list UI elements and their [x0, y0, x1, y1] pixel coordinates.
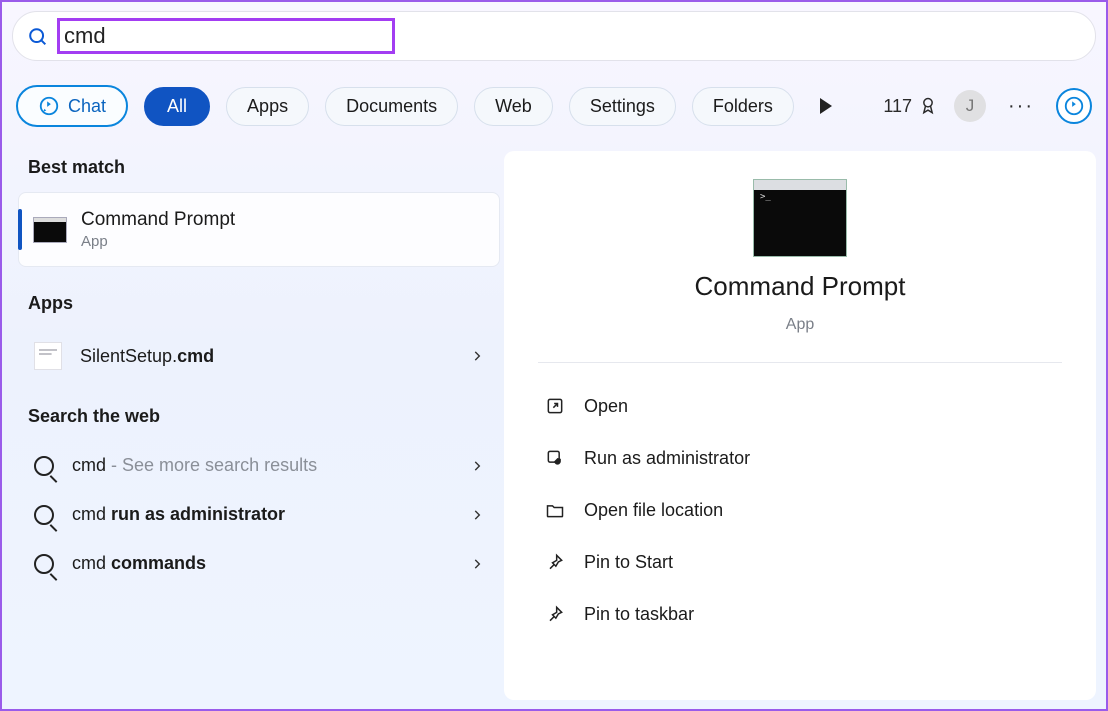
action-pin-to-start[interactable]: Pin to Start: [538, 539, 1062, 585]
filter-tab-folders[interactable]: Folders: [692, 87, 794, 126]
app-result-silentsetup[interactable]: SilentSetup.cmd: [18, 328, 500, 384]
bing-chat-icon[interactable]: [1056, 88, 1092, 124]
chevron-right-icon: [470, 557, 484, 571]
chevron-right-icon: [470, 459, 484, 473]
overflow-menu-icon[interactable]: ···: [1002, 95, 1040, 118]
preview-app-icon: [753, 179, 847, 257]
action-run-as-admin[interactable]: Run as administrator: [538, 435, 1062, 481]
more-filters-arrow-icon[interactable]: [820, 98, 832, 114]
filter-tab-settings[interactable]: Settings: [569, 87, 676, 126]
open-icon: [544, 395, 566, 417]
search-icon: [34, 505, 54, 525]
preview-panel: Command Prompt App Open Run as administr…: [504, 151, 1096, 700]
web-heading: Search the web: [28, 406, 490, 427]
file-icon: [34, 342, 62, 370]
preview-title: Command Prompt: [695, 271, 906, 302]
chevron-right-icon: [470, 508, 484, 522]
search-bar[interactable]: [12, 11, 1096, 61]
filter-tab-all[interactable]: All: [144, 87, 210, 126]
chat-label: Chat: [68, 96, 106, 117]
chevron-right-icon: [470, 349, 484, 363]
pin-icon: [544, 603, 566, 625]
action-pin-to-taskbar[interactable]: Pin to taskbar: [538, 591, 1062, 637]
filter-tab-web[interactable]: Web: [474, 87, 553, 126]
rewards-icon: [918, 96, 938, 116]
best-match-title: Command Prompt: [81, 209, 235, 231]
chat-chip[interactable]: Chat: [16, 85, 128, 127]
pin-icon: [544, 551, 566, 573]
web-result-run-as-admin[interactable]: cmd run as administrator: [18, 490, 500, 539]
shield-admin-icon: [544, 447, 566, 469]
best-match-result[interactable]: Command Prompt App: [18, 192, 500, 267]
search-icon: [27, 26, 47, 46]
preview-actions: Open Run as administrator Open file loca…: [538, 383, 1062, 637]
best-match-heading: Best match: [28, 157, 490, 178]
account-avatar[interactable]: J: [954, 90, 986, 122]
filter-tab-apps[interactable]: Apps: [226, 87, 309, 126]
search-icon: [34, 456, 54, 476]
search-query-highlight: [57, 18, 395, 54]
rewards-points[interactable]: 117: [883, 96, 938, 117]
action-open[interactable]: Open: [538, 383, 1062, 429]
search-input[interactable]: [64, 23, 352, 49]
best-match-subtitle: App: [81, 233, 235, 250]
results-panel: Best match Command Prompt App Apps Silen…: [12, 151, 500, 700]
folder-icon: [544, 499, 566, 521]
web-result-commands[interactable]: cmd commands: [18, 539, 500, 588]
search-icon: [34, 554, 54, 574]
command-prompt-icon: [33, 217, 67, 243]
apps-heading: Apps: [28, 293, 490, 314]
filter-tab-documents[interactable]: Documents: [325, 87, 458, 126]
preview-subtitle: App: [786, 316, 814, 334]
web-result-cmd[interactable]: cmd - See more search results: [18, 441, 500, 490]
action-open-file-location[interactable]: Open file location: [538, 487, 1062, 533]
filter-bar: Chat All Apps Documents Web Settings Fol…: [12, 85, 1096, 127]
